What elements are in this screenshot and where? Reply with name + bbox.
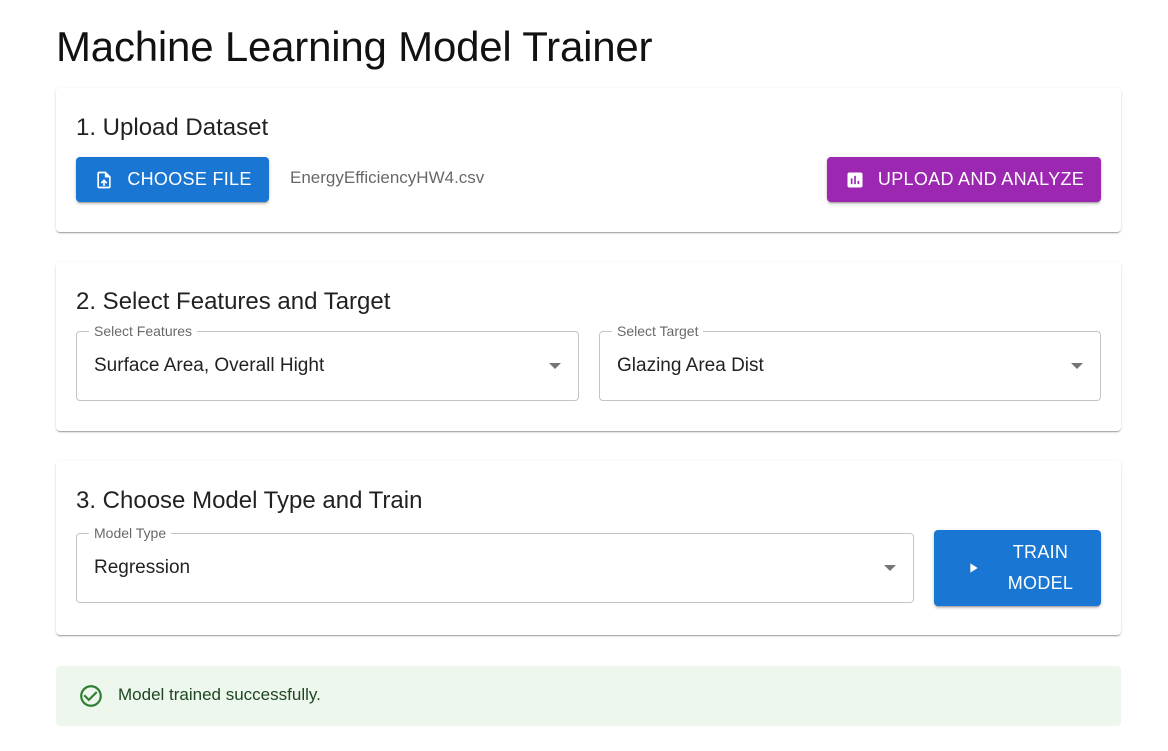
model-type-select-label: Model Type bbox=[89, 524, 172, 542]
features-select[interactable]: Select Features Surface Area, Overall Hi… bbox=[76, 322, 579, 401]
target-select-label: Select Target bbox=[612, 322, 704, 340]
model-type-select-value: Regression bbox=[94, 557, 191, 578]
train-model-label-line2: MODEL bbox=[1007, 573, 1074, 593]
train-model-label: TRAIN MODEL bbox=[1008, 537, 1074, 599]
features-section-title: 2. Select Features and Target bbox=[76, 288, 391, 315]
model-type-card: 3. Choose Model Type and Train Model Typ… bbox=[56, 461, 1121, 635]
select-features-card: 2. Select Features and Target Select Fea… bbox=[56, 262, 1121, 431]
success-alert: Model trained successfully. bbox=[56, 666, 1121, 726]
upload-dataset-card: 1. Upload Dataset CHOOSE FILE EnergyEffi… bbox=[56, 88, 1121, 232]
success-alert-message: Model trained successfully. bbox=[118, 685, 321, 704]
model-section-title: 3. Choose Model Type and Train bbox=[76, 487, 423, 514]
target-select[interactable]: Select Target Glazing Area Dist bbox=[599, 322, 1101, 401]
train-model-button[interactable]: TRAIN MODEL bbox=[934, 530, 1101, 606]
play-icon bbox=[962, 557, 984, 579]
chevron-down-icon bbox=[1071, 363, 1083, 369]
features-select-label: Select Features bbox=[89, 322, 198, 340]
choose-file-label: CHOOSE FILE bbox=[127, 169, 252, 189]
train-model-label-line1: TRAIN bbox=[1012, 542, 1069, 562]
page-title: Machine Learning Model Trainer bbox=[56, 23, 653, 70]
chevron-down-icon bbox=[884, 565, 896, 571]
features-select-value: Surface Area, Overall Hight bbox=[94, 355, 325, 376]
upload-and-analyze-button[interactable]: UPLOAD AND ANALYZE bbox=[827, 157, 1101, 202]
upload-and-analyze-label: UPLOAD AND ANALYZE bbox=[877, 169, 1085, 189]
bar-chart-icon bbox=[844, 169, 866, 191]
target-select-value: Glazing Area Dist bbox=[617, 355, 764, 376]
model-type-select[interactable]: Model Type Regression bbox=[76, 524, 914, 603]
check-circle-icon bbox=[78, 683, 104, 709]
selected-file-name: EnergyEfficiencyHW4.csv bbox=[290, 168, 485, 187]
choose-file-button[interactable]: CHOOSE FILE bbox=[76, 157, 269, 202]
upload-file-icon bbox=[93, 169, 115, 191]
chevron-down-icon bbox=[549, 363, 561, 369]
upload-section-title: 1. Upload Dataset bbox=[76, 114, 269, 141]
